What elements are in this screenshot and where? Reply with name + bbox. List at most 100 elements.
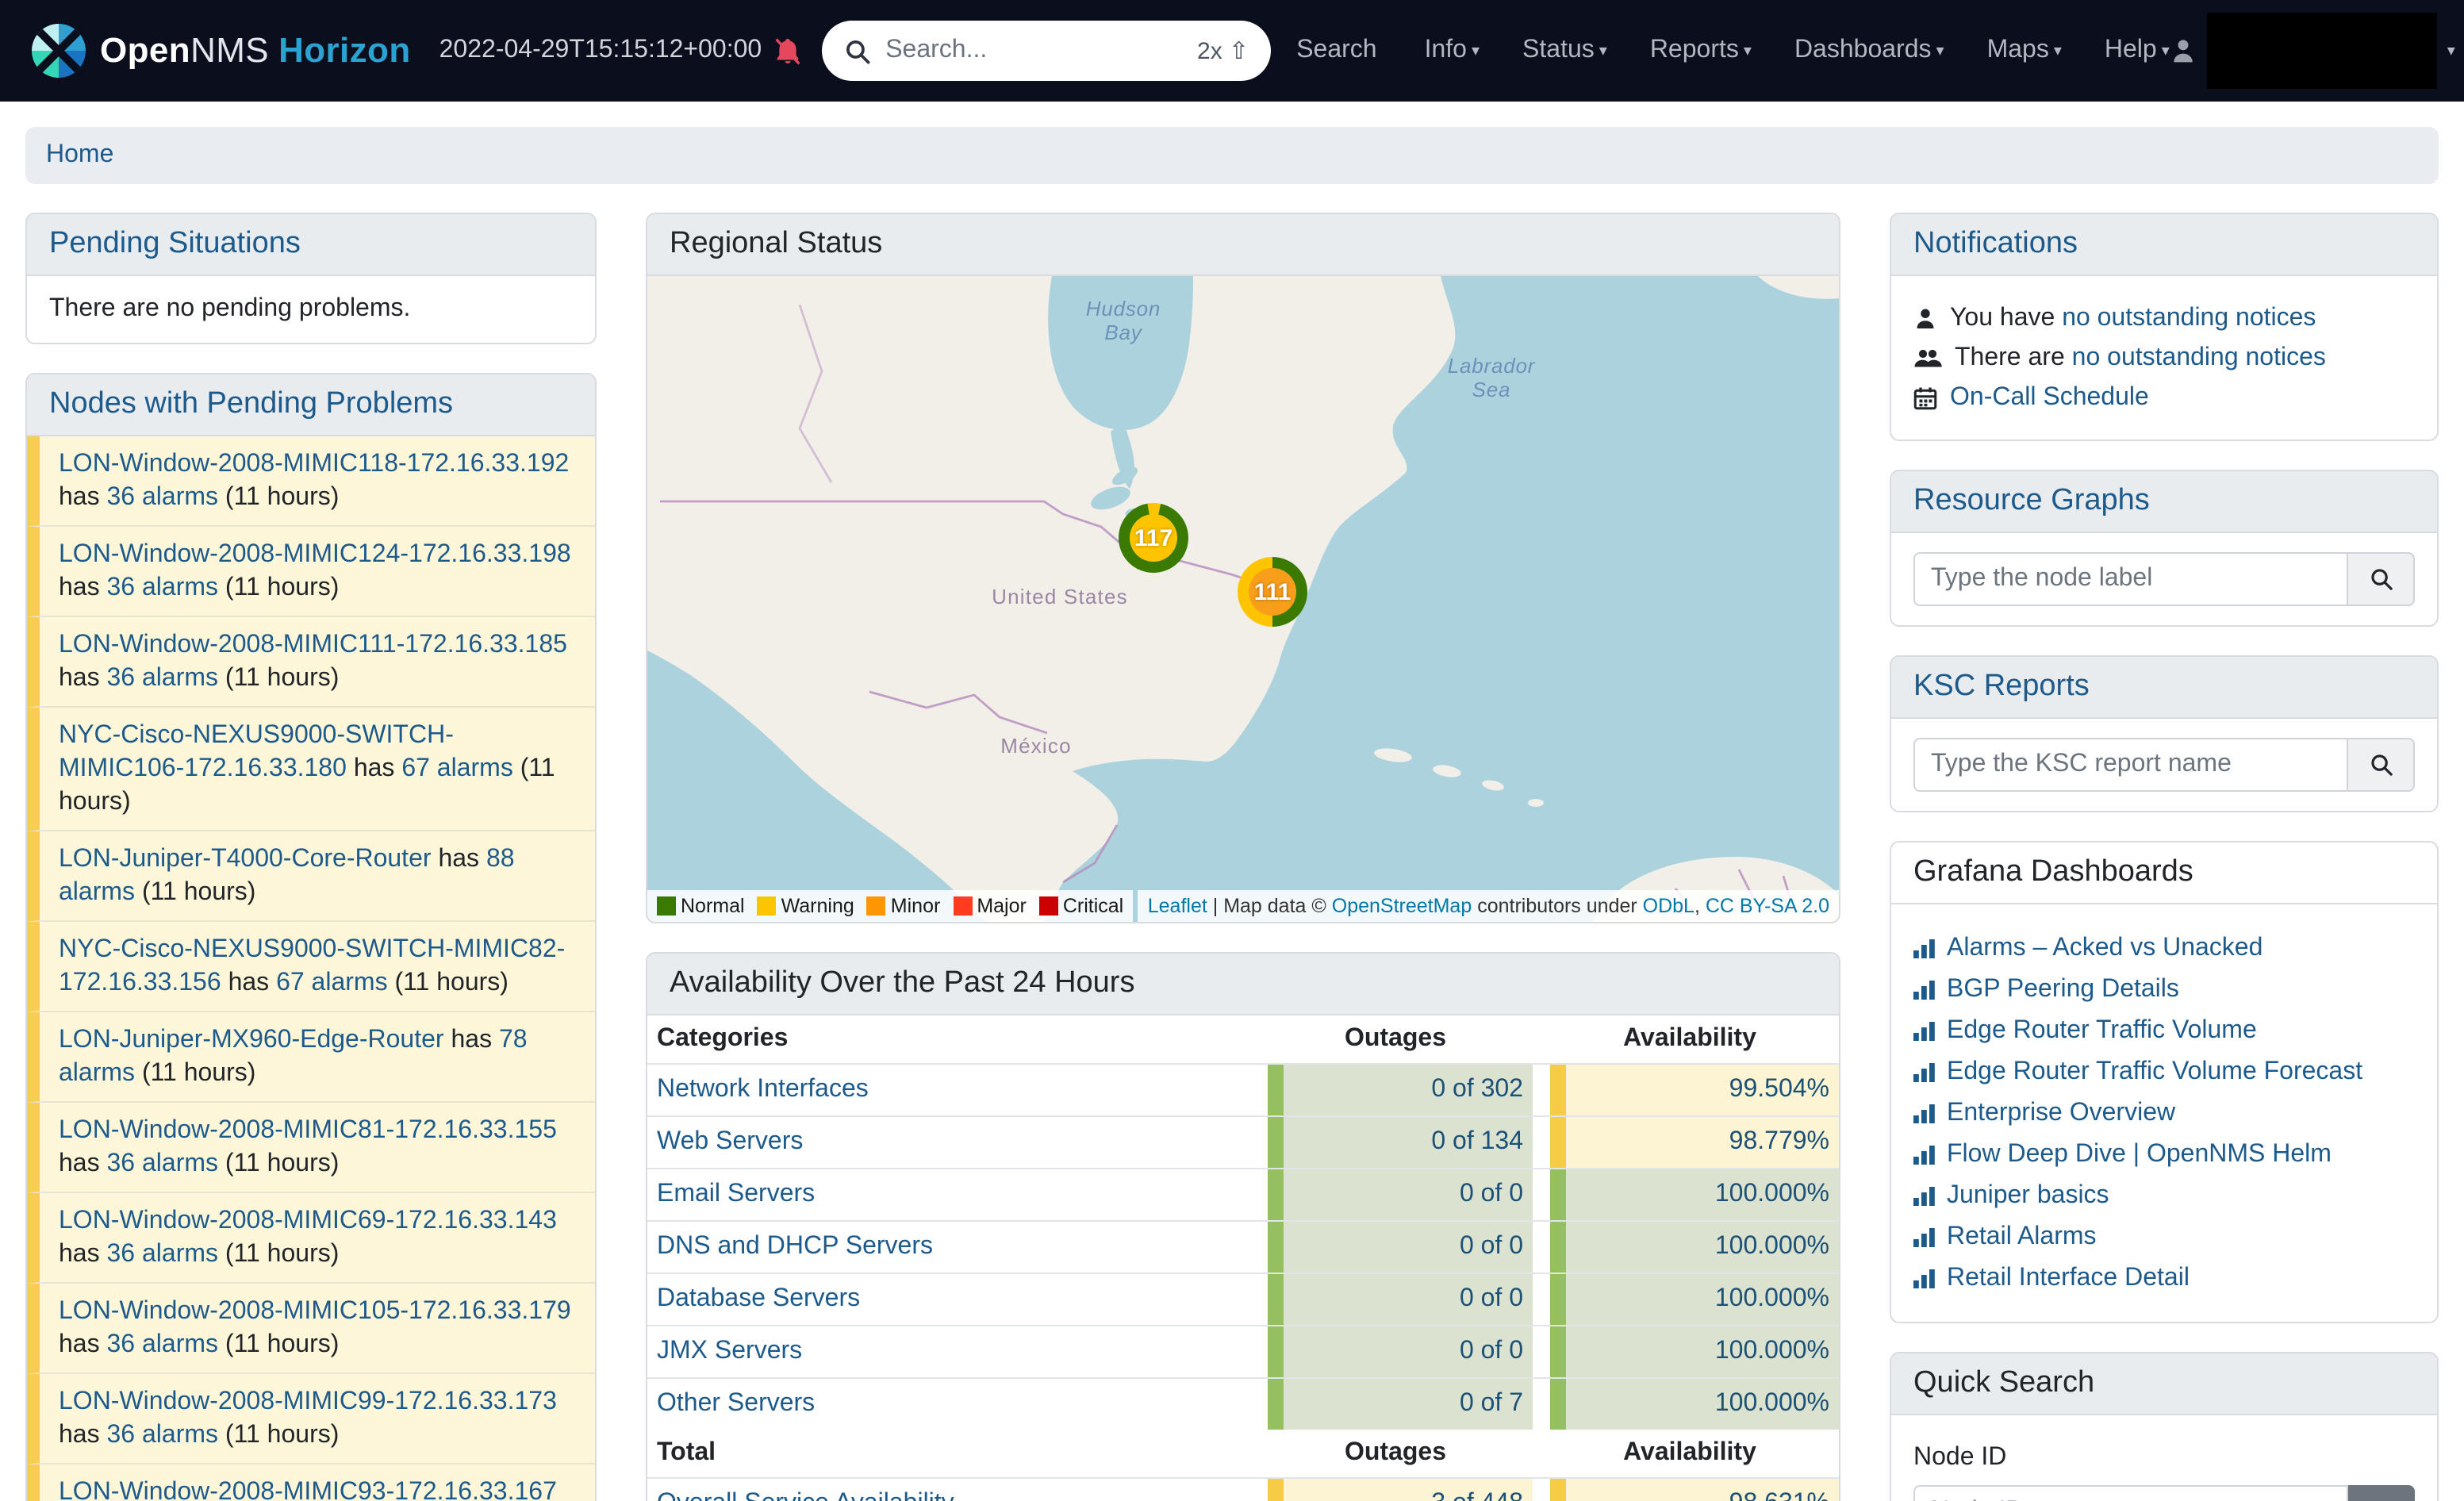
bar-chart-icon	[1913, 1020, 1936, 1041]
bar-chart-icon	[1913, 938, 1936, 958]
legend-item: Warning	[758, 895, 854, 917]
nav-menu-item[interactable]: Dashboards▾	[1794, 36, 1944, 65]
category-link[interactable]: Web Servers	[657, 1128, 803, 1157]
resource-graphs-title: Resource Graphs	[1891, 471, 2437, 533]
node-link[interactable]: LON-Window-2008-MIMIC111-172.16.33.185	[59, 631, 567, 658]
breadcrumb-home-link[interactable]: Home	[46, 141, 113, 170]
grafana-dashboard-link[interactable]: Retail Interface Detail	[1947, 1261, 2190, 1295]
bar-chart-icon	[1913, 1185, 1936, 1206]
chevron-down-icon: ▾	[1744, 43, 1752, 60]
grafana-dashboard-link[interactable]: Edge Router Traffic Volume Forecast	[1947, 1055, 2362, 1088]
nav-menu-item[interactable]: Reports▾	[1650, 36, 1752, 65]
availability-cell: 100.000%	[1550, 1169, 1839, 1220]
grafana-dashboard-item: Juniper basics	[1913, 1179, 2415, 1212]
grafana-dashboard-link[interactable]: Enterprise Overview	[1947, 1096, 2175, 1130]
notices-off-icon[interactable]	[773, 36, 803, 66]
grafana-dashboard-link[interactable]: Juniper basics	[1947, 1179, 2109, 1212]
availability-row: JMX Servers 0 of 0 100.000%	[647, 1326, 1839, 1379]
node-link[interactable]: LON-Juniper-T4000-Core-Router	[59, 846, 432, 873]
alarms-link[interactable]: 36 alarms	[107, 574, 219, 601]
alarms-link[interactable]: 67 alarms	[276, 969, 388, 996]
grafana-dashboard-link[interactable]: Edge Router Traffic Volume	[1947, 1014, 2257, 1047]
map-cluster-marker[interactable]: 117	[1119, 503, 1188, 573]
alarms-link[interactable]: 36 alarms	[107, 1422, 219, 1449]
leaflet-link[interactable]: Leaflet	[1148, 895, 1207, 917]
nav-menu-item[interactable]: Info▾	[1425, 36, 1480, 65]
alarms-link[interactable]: 36 alarms	[107, 484, 219, 511]
nav-menu-item[interactable]: Search	[1296, 36, 1381, 65]
alarms-link[interactable]: 36 alarms	[107, 1241, 219, 1268]
grafana-dashboard-link[interactable]: Alarms – Acked vs Unacked	[1947, 931, 2263, 965]
outages-cell: 3 of 448	[1268, 1479, 1533, 1501]
chevron-down-icon: ▾	[2054, 43, 2062, 60]
node-link[interactable]: LON-Window-2008-MIMIC69-172.16.33.143	[59, 1207, 557, 1234]
resource-graphs-input[interactable]	[1913, 552, 2348, 606]
oncall-row: On-Call Schedule	[1913, 381, 2415, 414]
notifications-title: Notifications	[1891, 214, 2437, 276]
node-link[interactable]: LON-Window-2008-MIMIC99-172.16.33.173	[59, 1388, 557, 1415]
category-link[interactable]: Database Servers	[657, 1285, 860, 1314]
alarms-link[interactable]: 36 alarms	[107, 665, 219, 692]
all-notices-link[interactable]: no outstanding notices	[2072, 344, 2326, 371]
category-link[interactable]: Email Servers	[657, 1180, 815, 1209]
map-cluster-marker[interactable]: 111	[1238, 557, 1307, 627]
availability-cell: 98.631%	[1550, 1479, 1839, 1501]
legend-swatch	[953, 896, 972, 916]
odbl-link[interactable]: ODbL	[1643, 895, 1694, 917]
alarms-link[interactable]: 36 alarms	[107, 1331, 219, 1358]
regional-status-panel: Regional Status	[646, 213, 1840, 923]
node-link[interactable]: LON-Window-2008-MIMIC93-172.16.33.167	[59, 1479, 557, 1501]
ccbysa-link[interactable]: CC BY-SA 2.0	[1706, 895, 1829, 917]
nav-menu: Search Info▾ Status▾ Reports▾ Dashboards…	[1296, 36, 2170, 65]
node-id-input[interactable]	[1913, 1485, 2348, 1501]
grafana-dashboard-link[interactable]: Flow Deep Dive | OpenNMS Helm	[1947, 1138, 2332, 1171]
bar-chart-icon	[1913, 1144, 1936, 1165]
node-id-search-button[interactable]	[2348, 1485, 2415, 1501]
grafana-dashboard-link[interactable]: Retail Alarms	[1947, 1220, 2097, 1253]
nav-menu-item[interactable]: Maps▾	[1987, 36, 2062, 65]
grafana-dashboard-item: Edge Router Traffic Volume Forecast	[1913, 1055, 2415, 1088]
ksc-reports-search-button[interactable]	[2348, 738, 2415, 792]
osm-link[interactable]: OpenStreetMap	[1332, 895, 1472, 917]
grafana-dashboard-link[interactable]: BGP Peering Details	[1947, 973, 2179, 1006]
nav-menu-item[interactable]: Help▾	[2105, 36, 2170, 65]
user-menu-caret-icon: ▾	[2447, 42, 2455, 60]
node-problem-item: LON-Juniper-MX960-Edge-Router has 78 ala…	[27, 1012, 595, 1103]
search-placeholder: Search...	[885, 36, 1183, 65]
node-link[interactable]: LON-Window-2008-MIMIC124-172.16.33.198	[59, 541, 571, 568]
node-link[interactable]: LON-Juniper-MX960-Edge-Router	[59, 1027, 444, 1054]
node-link[interactable]: LON-Window-2008-MIMIC118-172.16.33.192	[59, 451, 569, 478]
overall-availability-link[interactable]: Overall Service Availability	[657, 1490, 954, 1501]
quick-search-title: Quick Search	[1891, 1353, 2437, 1415]
category-link[interactable]: DNS and DHCP Servers	[657, 1233, 933, 1261]
node-link[interactable]: LON-Window-2008-MIMIC105-172.16.33.179	[59, 1298, 571, 1325]
category-link[interactable]: Network Interfaces	[657, 1076, 869, 1104]
alarms-link[interactable]: 36 alarms	[107, 1150, 219, 1177]
regional-status-map[interactable]: Hudson Bay Labrador Sea United States Mé…	[647, 276, 1839, 922]
right-column: Notifications You have no outstanding no…	[1890, 213, 2439, 1501]
oncall-schedule-link[interactable]: On-Call Schedule	[1950, 381, 2149, 414]
redacted-username[interactable]	[2208, 13, 2438, 89]
category-link[interactable]: Other Servers	[657, 1390, 815, 1418]
resource-graphs-panel: Resource Graphs	[1890, 470, 2439, 627]
node-link[interactable]: NYC-Cisco-NEXUS9000-SWITCH-MIMIC106-172.…	[59, 722, 454, 782]
global-search[interactable]: Search... 2x ⇧	[822, 21, 1271, 81]
map-legend: Normal Warning Minor Major Critical	[647, 890, 1133, 922]
user-notices-link[interactable]: no outstanding notices	[2062, 305, 2316, 332]
legend-item: Major	[953, 895, 1027, 917]
bar-chart-icon	[1913, 1227, 1936, 1247]
node-problem-item: NYC-Cisco-NEXUS9000-SWITCH-MIMIC106-172.…	[27, 708, 595, 831]
notifications-panel: Notifications You have no outstanding no…	[1890, 213, 2439, 441]
breadcrumb: Home	[25, 127, 2439, 184]
category-link[interactable]: JMX Servers	[657, 1338, 802, 1366]
chevron-down-icon: ▾	[2162, 43, 2170, 60]
calendar-icon	[1913, 385, 1937, 410]
brand[interactable]: OpenNMSHorizon	[32, 24, 411, 78]
node-problem-item: LON-Juniper-T4000-Core-Router has 88 ala…	[27, 831, 595, 922]
alarms-link[interactable]: 67 alarms	[401, 755, 513, 782]
legend-swatch	[758, 896, 777, 916]
node-link[interactable]: LON-Window-2008-MIMIC81-172.16.33.155	[59, 1117, 557, 1144]
ksc-reports-input[interactable]	[1913, 738, 2348, 792]
resource-graphs-search-button[interactable]	[2348, 552, 2415, 606]
nav-menu-item[interactable]: Status▾	[1522, 36, 1607, 65]
